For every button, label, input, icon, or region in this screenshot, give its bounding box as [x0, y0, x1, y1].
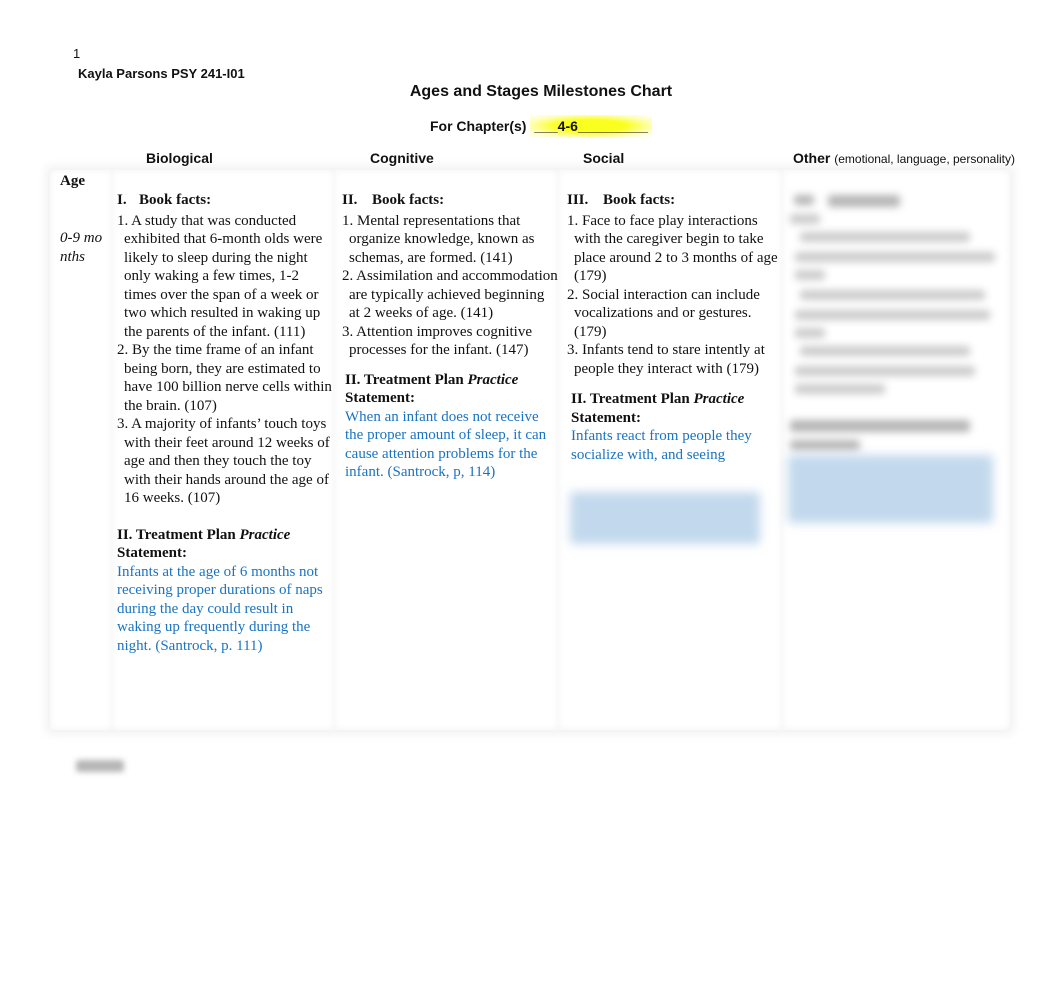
cognitive-treatment-plan-heading: II. Treatment Plan Practice Statement: [345, 371, 519, 407]
blurred-other-text [795, 366, 975, 376]
list-item: 1. Face to face play interactions with t… [567, 212, 778, 285]
chapters-value: ___4-6_________ [530, 115, 652, 137]
blurred-other-text [795, 384, 885, 394]
blurred-other-text [795, 310, 990, 320]
blurred-other-treatment-heading [790, 420, 970, 432]
chapters-label: For Chapter(s) [429, 118, 531, 134]
column-header-biological: Biological [146, 150, 213, 166]
blurred-other-text [800, 232, 970, 242]
blurred-other-text [795, 328, 825, 338]
biological-treatment-plan-heading: II. Treatment Plan Practice Statement: [117, 526, 291, 562]
blurred-footer-text [76, 760, 124, 772]
column-header-other: Other (emotional, language, personality) [793, 150, 1015, 166]
blurred-other-section-title [828, 195, 900, 207]
column-header-social: Social [583, 150, 625, 166]
chapters-line: For Chapter(s) ___4-6_________ [0, 115, 1062, 137]
blurred-other-treatment-statement [788, 455, 993, 523]
age-range: 0-9 months [60, 230, 103, 265]
blurred-other-text [795, 252, 995, 262]
column-header-other-sub: (emotional, language, personality) [834, 152, 1016, 166]
social-section-heading: III. Book facts: [567, 192, 676, 208]
social-treatment-plan-heading: II. Treatment Plan Practice Statement: [571, 391, 745, 426]
list-item: 3. Infants tend to stare intently at peo… [567, 342, 765, 377]
blurred-other-treatment-heading [790, 440, 860, 450]
list-item: 3. A majority of infants’ touch toys wit… [117, 416, 330, 506]
blurred-social-statement-continuation [570, 492, 760, 544]
page-number: 1 [73, 46, 81, 61]
list-item: 1. Mental representations that organize … [342, 212, 535, 266]
social-treatment-statement: Infants react from people they socialize… [571, 428, 752, 463]
blurred-other-text [790, 214, 820, 224]
blurred-other-section-num [794, 195, 814, 205]
blurred-other-text [795, 270, 825, 280]
list-item: 2. By the time frame of an infant being … [117, 342, 332, 414]
list-item: 2. Assimilation and accommodation are ty… [342, 268, 558, 321]
cognitive-facts-list: 1. Mental representations that organize … [342, 212, 558, 360]
author-line: Kayla Parsons PSY 241-I01 [78, 66, 245, 81]
column-header-cognitive: Cognitive [370, 150, 434, 166]
cognitive-section-heading: II. Book facts: [342, 192, 445, 208]
blurred-other-text [800, 346, 970, 356]
age-header: Age [60, 173, 85, 189]
blurred-other-text [800, 290, 985, 300]
cognitive-treatment-statement: When an infant does not receive the prop… [345, 408, 547, 481]
social-content: III. Book facts: 1. Face to face play int… [567, 191, 783, 464]
biological-content: I. Book facts: 1. A study that was conduc… [117, 191, 332, 655]
biological-section-heading: I. Book facts: [117, 192, 212, 208]
column-header-other-label: Other [793, 150, 831, 166]
cognitive-content: II. Book facts: 1. Mental representations… [342, 191, 558, 482]
biological-treatment-statement: Infants at the age of 6 months not recei… [117, 563, 323, 654]
social-facts-list: 1. Face to face play interactions with t… [567, 212, 783, 379]
list-item: 3. Attention improves cognitive processe… [342, 323, 532, 359]
document-title: Ages and Stages Milestones Chart [409, 83, 673, 100]
list-item: 2. Social interaction can include vocali… [567, 286, 760, 340]
biological-facts-list: 1. A study that was conducted exhibited … [117, 212, 332, 508]
list-item: 1. A study that was conducted exhibited … [117, 212, 323, 340]
